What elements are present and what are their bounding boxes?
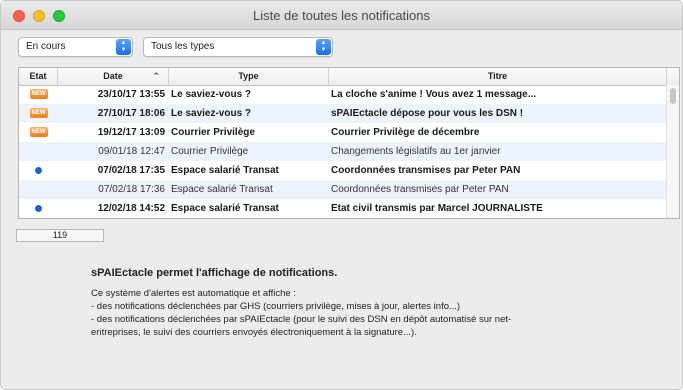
notification-count: 119 [16, 229, 104, 242]
notifications-table: Etat Date ⌃ Type Titre NEW 23/10/17 13:55… [18, 67, 680, 219]
info-heading: sPAIEctacle permet l'affichage de notifi… [91, 267, 338, 279]
type-filter-value: Tous les types [151, 41, 215, 52]
column-header-titre[interactable]: Titre [329, 68, 667, 85]
cell-date: 19/12/17 13:09 [97, 127, 165, 138]
new-badge-icon: NEW [29, 89, 48, 99]
column-header-date-label: Date [103, 71, 123, 81]
cell-date: 12/02/18 14:52 [97, 203, 165, 214]
new-badge-icon: NEW [29, 108, 48, 118]
cell-type: Le saviez-vous ? [171, 89, 252, 100]
updown-arrows-icon: ▲ ▼ [116, 39, 131, 55]
cell-type: Le saviez-vous ? [171, 108, 252, 119]
cell-etat [19, 161, 58, 180]
cell-date: 07/02/18 17:36 [98, 184, 165, 195]
info-line: - des notifications déclenchées par sPAI… [91, 314, 512, 325]
unread-dot-icon [35, 167, 42, 174]
table-row[interactable]: 07/02/18 17:36 Espace salarié Transat Coor… [19, 180, 667, 199]
scrollbar-thumb[interactable] [670, 88, 676, 104]
cell-etat: NEW [19, 104, 58, 123]
info-panel: sPAIEctacle permet l'affichage de notifi… [91, 267, 651, 339]
header-corner [667, 68, 679, 85]
notifications-window: Liste de toutes les notifications En cou… [0, 0, 683, 390]
cell-titre: Etat civil transmis par Marcel JOURNALIS… [331, 203, 543, 214]
cell-type: Courrier Privilège [171, 146, 249, 157]
table-row[interactable]: 09/01/18 12:47 Courrier Privilège Changeme… [19, 142, 667, 161]
window-title: Liste de toutes les notifications [252, 8, 431, 23]
column-header-date[interactable]: Date ⌃ [58, 68, 169, 85]
updown-arrows-icon: ▲ ▼ [316, 39, 331, 55]
info-line: - des notifications déclenchées par GHS … [91, 301, 461, 312]
status-filter-select[interactable]: En cours ▲ ▼ [18, 37, 133, 57]
table-row[interactable]: NEW 19/12/17 13:09 Courrier Privilège Courr… [19, 123, 667, 142]
cell-date: 27/10/17 18:06 [97, 108, 165, 119]
info-line: Ce système d'alertes est automatique et … [91, 288, 296, 299]
cell-type: Espace salarié Transat [171, 184, 273, 195]
cell-etat [19, 199, 58, 218]
new-badge-icon: NEW [29, 127, 48, 137]
cell-titre: Coordonnées transmises par Peter PAN [331, 165, 521, 176]
cell-type: Courrier Privilège [171, 127, 255, 138]
cell-titre: sPAIEctacle dépose pour vous les DSN ! [331, 108, 524, 119]
cell-etat [19, 142, 58, 161]
cell-date: 23/10/17 13:55 [97, 89, 165, 100]
cell-titre: Courrier Privilège de décembre [331, 127, 480, 138]
cell-type: Espace salarié Transat [171, 165, 279, 176]
status-filter-value: En cours [26, 41, 66, 52]
table-header: Etat Date ⌃ Type Titre [19, 68, 679, 86]
cell-titre: Coordonnées transmises par Peter PAN [331, 184, 509, 195]
table-row[interactable]: NEW 27/10/17 18:06 Le saviez-vous ? sPAIEct… [19, 104, 667, 123]
sort-ascending-icon: ⌃ [152, 71, 160, 81]
table-row[interactable]: NEW 23/10/17 13:55 Le saviez-vous ? La cloc… [19, 85, 667, 104]
column-header-type[interactable]: Type [169, 68, 329, 85]
info-line: entreprises, le suivi des courriers envo… [91, 327, 417, 338]
cell-date: 09/01/18 12:47 [98, 146, 165, 157]
column-header-etat[interactable]: Etat [19, 68, 58, 85]
cell-etat: NEW [19, 85, 58, 104]
vertical-scrollbar[interactable] [666, 85, 679, 218]
cell-etat: NEW [19, 123, 58, 142]
unread-dot-icon [35, 205, 42, 212]
cell-type: Espace salarié Transat [171, 203, 279, 214]
cell-titre: Changements législatifs au 1er janvier [331, 146, 501, 157]
table-row[interactable]: 12/02/18 14:52 Espace salarié Transat Etat… [19, 199, 667, 218]
type-filter-select[interactable]: Tous les types ▲ ▼ [143, 37, 333, 57]
cell-titre: La cloche s'anime ! Vous avez 1 message.… [331, 89, 537, 100]
title-bar: Liste de toutes les notifications [1, 1, 682, 30]
table-row[interactable]: 07/02/18 17:35 Espace salarié Transat Coor… [19, 161, 667, 180]
cell-etat [19, 180, 58, 199]
cell-date: 07/02/18 17:35 [97, 165, 165, 176]
